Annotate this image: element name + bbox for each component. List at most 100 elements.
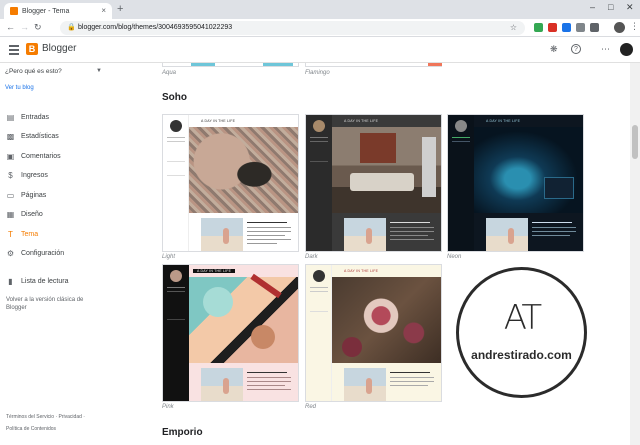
avatar [170,120,182,132]
terms-link[interactable]: Términos del Servicio [6,414,54,420]
reload-icon[interactable]: ↻ [34,22,42,33]
privacy-link[interactable]: Privacidad [59,414,82,420]
tab-close-icon[interactable]: × [101,6,106,15]
theme-caption: Flamingo [305,70,330,76]
apps-grid-icon[interactable]: ⋯ [601,44,610,55]
theme-thumbnail-dark[interactable]: A DAY IN THE LIFE [305,114,442,252]
maximize-icon[interactable]: □ [608,2,613,12]
theme-thumbnail-pink[interactable]: A DAY IN THE LIFE [162,264,299,402]
sidebar-item-label: Comentarios [21,152,61,160]
preview-blog-title: A DAY IN THE LIFE [486,119,521,123]
blogger-favicon-icon [10,7,18,15]
sidebar-item-earnings[interactable]: $ Ingresos [0,167,112,183]
sidebar-item-label: Tema [21,230,39,238]
theme-thumbnail-aqua[interactable] [162,63,299,67]
page-scrollbar[interactable] [630,63,640,445]
menu-icon[interactable] [9,45,19,57]
avatar [455,120,467,132]
user-avatar[interactable] [620,43,633,56]
bookmark-icon: ▮ [8,276,13,286]
address-bar[interactable]: 🔒 blogger.com/blog/themes/30046935950410… [60,21,525,35]
avatar [170,270,182,282]
view-blog-link[interactable]: Ver tu blog [5,85,34,91]
extension-icon[interactable] [534,23,543,32]
theme-caption: Neon [447,254,462,260]
theme-caption: Light [162,254,176,260]
browser-menu-icon[interactable]: ⋮ [630,21,639,32]
theme-palette-icon[interactable]: ❋ [550,44,558,55]
lock-icon: 🔒 [67,24,76,31]
theme-thumbnail-flamingo[interactable] [305,63,442,67]
sidebar-item-label: Ingresos [21,171,48,179]
sidebar-item-label: Diseño [21,210,43,218]
blogger-logo-icon: B [26,43,38,55]
profile-avatar[interactable] [614,22,625,33]
sidebar-item-pages[interactable]: ▭ Páginas [0,187,112,203]
theme-caption: Pink [162,404,174,410]
sidebar: ¿Pero qué es esto? ▼ Ver tu blog ▤ Entra… [0,63,112,445]
spaceship-image [474,127,583,213]
content-policy-link[interactable]: Política de Contenidos [6,426,56,432]
theme-thumbnail-neon[interactable]: A DAY IN THE LIFE [447,114,584,252]
avatar [313,270,325,282]
avatar [313,120,325,132]
comments-icon: ▣ [6,151,15,161]
beach-image [344,368,386,401]
settings-icon: ⚙ [6,248,15,258]
sidebar-item-reading-list[interactable]: ▮ Lista de lectura [0,273,112,289]
watermark-monogram: AT [503,298,542,338]
app-brand: Blogger [42,43,77,54]
sidebar-item-label: Páginas [21,191,47,199]
classic-version-link[interactable]: Volver a la versión clásica de Blogger [6,296,101,312]
sidebar-item-posts[interactable]: ▤ Entradas [0,109,112,125]
theme-caption: Red [305,404,317,410]
blog-selector[interactable]: ¿Pero qué es esto? [5,68,62,75]
footer-links-2: Política de Contenidos [6,426,56,432]
sidebar-item-label: Configuración [21,249,65,257]
help-icon[interactable]: ? [571,44,581,54]
theme-icon: T [8,229,13,239]
extension-icon[interactable] [562,23,571,32]
app-header: B Blogger ❋ ? ⋯ [0,37,640,63]
window-close-icon[interactable]: ✕ [626,2,634,13]
sidebar-item-stats[interactable]: ▩ Estadísticas [0,128,112,144]
stats-icon: ▩ [6,131,15,141]
sidebar-item-layout[interactable]: ▦ Diseño [0,206,112,222]
figs-image [332,277,441,363]
sidebar-item-label: Entradas [21,113,50,121]
theme-thumbnail-light[interactable]: A DAY IN THE LIFE [162,114,299,252]
watermark-logo: AT andrestirado.com [456,267,587,398]
sidebar-item-label: Estadísticas [21,132,59,140]
layout-icon: ▦ [6,209,15,219]
forward-icon[interactable]: → [20,22,29,32]
beach-image [201,218,243,251]
browser-tab[interactable]: Blogger - Tema × [4,3,112,19]
extension-icon[interactable] [576,23,585,32]
sidebar-item-comments[interactable]: ▣ Comentarios [0,148,112,164]
tab-title: Blogger - Tema [22,7,70,15]
beach-image [201,368,243,401]
scrollbar-thumb[interactable] [632,125,638,159]
cat-image [189,127,298,213]
pages-icon: ▭ [6,190,15,200]
back-icon[interactable]: ← [6,22,15,32]
extension-icon[interactable] [590,23,599,32]
new-tab-button[interactable]: + [117,3,123,15]
sidebar-item-settings[interactable]: ⚙ Configuración [0,245,112,261]
sidebar-item-theme[interactable]: T Tema [0,226,112,242]
preview-blog-title: A DAY IN THE LIFE [193,269,236,273]
url-text: blogger.com/blog/themes/3004693595041022… [78,24,233,31]
theme-caption: Aqua [162,70,177,76]
watermark-text: andrestirado.com [471,348,572,362]
bookmark-star-icon[interactable]: ☆ [510,21,517,35]
chevron-down-icon[interactable]: ▼ [96,68,102,74]
living-room-image [332,127,441,213]
preview-blog-title: A DAY IN THE LIFE [344,269,379,273]
preview-blog-title: A DAY IN THE LIFE [344,119,379,123]
theme-thumbnail-red[interactable]: A DAY IN THE LIFE [305,264,442,402]
theme-caption: Dark [305,254,318,260]
makeup-image [189,273,298,363]
minimize-icon[interactable]: – [590,2,595,12]
extension-icon[interactable] [548,23,557,32]
footer-links: Términos del Servicio · Privacidad · [6,414,85,420]
